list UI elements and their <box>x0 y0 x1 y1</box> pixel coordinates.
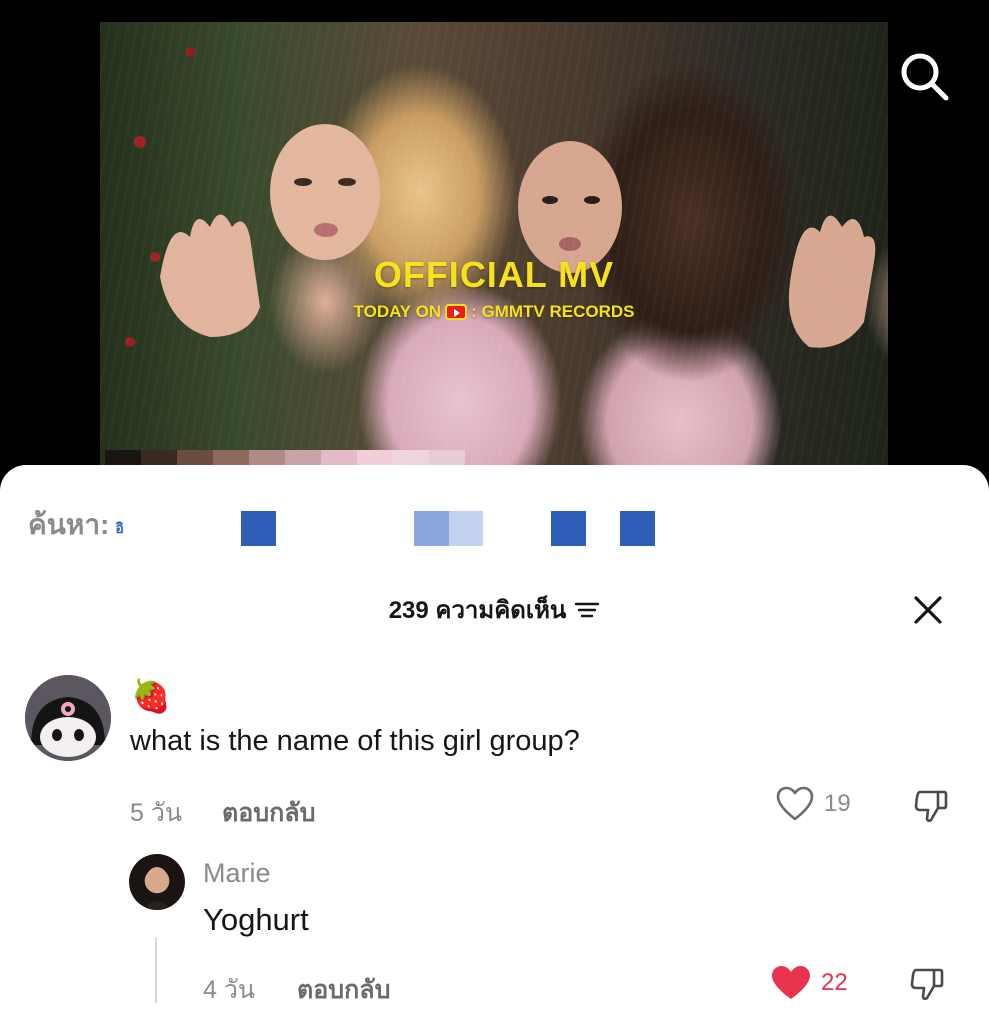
like-button[interactable]: 19 <box>776 786 851 822</box>
search-suggestion-prefix: ค้นหา: <box>28 509 110 540</box>
comment-username[interactable]: 🍓 <box>131 676 171 716</box>
censor-block <box>449 511 483 546</box>
youtube-icon <box>445 304 468 320</box>
thread-line <box>155 938 157 1003</box>
heart-filled-icon <box>772 966 810 999</box>
search-button[interactable] <box>896 48 952 104</box>
mv-title: OFFICIAL MV <box>373 254 615 295</box>
reply-avatar[interactable] <box>129 854 185 910</box>
reply-username[interactable]: Marie <box>203 858 271 889</box>
comment-text: what is the name of this girl group? <box>130 725 580 757</box>
reply-button[interactable]: ตอบกลับ <box>222 793 315 833</box>
reply-time: 4 วัน <box>203 976 255 1004</box>
mv-subtitle: TODAY ON : GMMTV RECORDS <box>100 302 888 322</box>
reply-button[interactable]: ตอบกลับ <box>297 970 390 1010</box>
censor-block <box>414 511 449 546</box>
thumbs-down-icon <box>914 790 948 823</box>
dislike-button[interactable] <box>912 786 952 831</box>
avatar[interactable] <box>25 675 111 761</box>
video-player[interactable]: OFFICIAL MV TODAY ON : GMMTV RECORDS <box>0 0 989 500</box>
search-suggestion-text[interactable]: อิ <box>115 518 123 540</box>
comments-header[interactable]: 239 ความคิดเห็น <box>0 590 989 629</box>
close-button[interactable] <box>908 590 948 630</box>
search-icon <box>901 53 949 101</box>
comment-time: 5 วัน <box>130 799 182 827</box>
dislike-button[interactable] <box>908 964 948 1009</box>
like-count: 22 <box>821 969 848 996</box>
thumbs-down-icon <box>910 968 944 1001</box>
censor-block <box>620 511 655 546</box>
close-icon <box>914 596 942 624</box>
censor-block <box>551 511 586 546</box>
profile-photo-icon <box>143 867 171 910</box>
mv-subtitle-prefix: TODAY ON <box>353 302 442 321</box>
like-button[interactable]: 22 <box>771 965 848 1001</box>
censor-block <box>241 511 276 546</box>
comment-count: 239 ความคิดเห็น <box>388 597 567 624</box>
search-suggestion[interactable]: ค้นหา: อิ <box>28 505 124 545</box>
filter-icon[interactable] <box>574 600 600 620</box>
video-scene <box>125 47 876 348</box>
kuromi-avatar-icon <box>25 675 111 761</box>
video-thumbnail[interactable]: OFFICIAL MV TODAY ON : GMMTV RECORDS <box>100 22 888 482</box>
reply-text: Yoghurt <box>203 902 309 937</box>
mv-subtitle-channel: : GMMTV RECORDS <box>471 302 635 321</box>
like-count: 19 <box>824 790 851 817</box>
heart-outline-icon <box>776 786 814 821</box>
